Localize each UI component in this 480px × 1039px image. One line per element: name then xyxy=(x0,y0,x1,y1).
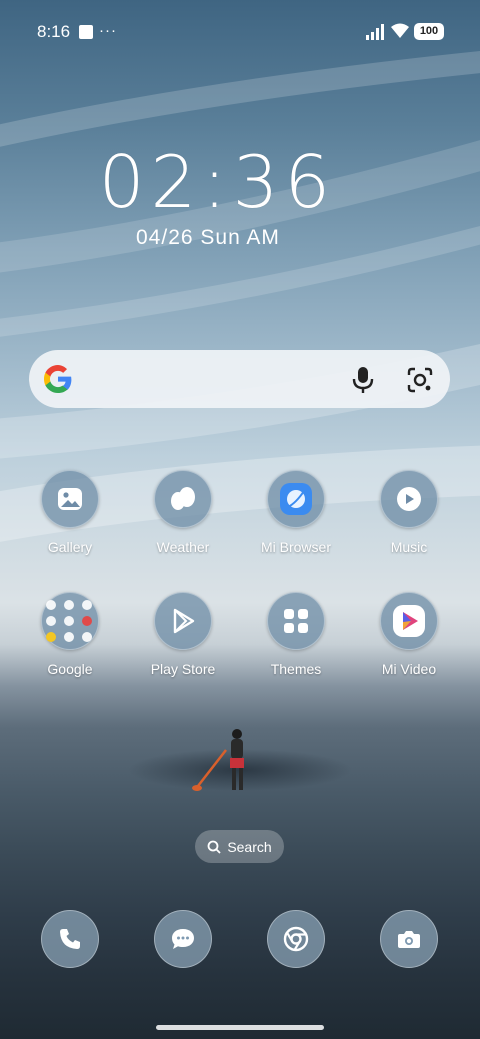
app-gallery[interactable]: Gallery xyxy=(15,470,125,555)
notification-icon xyxy=(79,25,93,39)
app-label: Gallery xyxy=(47,539,93,555)
search-icon xyxy=(207,840,221,854)
dock-chrome[interactable] xyxy=(267,910,325,968)
mic-icon[interactable] xyxy=(351,366,375,394)
dock-messages[interactable] xyxy=(154,910,212,968)
app-label: Mi Browser xyxy=(260,539,331,555)
messages-icon xyxy=(172,929,194,949)
search-label: Search xyxy=(227,838,272,855)
camera-icon xyxy=(398,931,420,948)
home-indicator[interactable] xyxy=(156,1025,324,1030)
play-store-icon xyxy=(154,592,212,650)
folder-icon xyxy=(41,592,99,650)
browser-icon xyxy=(267,470,325,528)
app-label: Weather xyxy=(156,539,210,555)
app-weather[interactable]: Weather xyxy=(128,470,238,555)
lockscreen-clock[interactable]: 02:36 xyxy=(0,140,435,224)
phone-icon xyxy=(60,929,80,949)
battery-indicator: 100 xyxy=(414,23,444,40)
status-bar: 8:16 ··· 100 xyxy=(0,0,480,64)
signal-icon xyxy=(366,24,384,40)
lockscreen-date[interactable]: 04/26 Sun AM xyxy=(136,226,280,250)
app-label: Mi Video xyxy=(381,661,437,677)
app-label: Google xyxy=(47,661,93,677)
app-mi-browser[interactable]: Mi Browser xyxy=(241,470,351,555)
themes-icon xyxy=(267,592,325,650)
chrome-icon xyxy=(283,926,309,952)
google-g-icon xyxy=(44,365,72,393)
wallpaper-paddler xyxy=(192,729,244,791)
more-notifications-icon: ··· xyxy=(99,22,117,39)
app-label: Themes xyxy=(270,661,322,677)
mi-video-icon xyxy=(380,592,438,650)
gallery-icon xyxy=(41,470,99,528)
app-themes[interactable]: Themes xyxy=(241,592,351,677)
google-search-bar[interactable] xyxy=(29,350,450,408)
weather-icon xyxy=(154,470,212,528)
app-music[interactable]: Music xyxy=(354,470,464,555)
music-icon xyxy=(380,470,438,528)
app-label: Music xyxy=(390,539,428,555)
app-label: Play Store xyxy=(150,661,216,677)
app-folder-google[interactable]: Google xyxy=(15,592,125,677)
app-search-button[interactable]: Search xyxy=(195,830,284,863)
google-lens-icon[interactable] xyxy=(407,367,433,393)
dock-camera[interactable] xyxy=(380,910,438,968)
dock-phone[interactable] xyxy=(41,910,99,968)
wifi-icon xyxy=(391,23,409,38)
status-time: 8:16 xyxy=(37,22,71,41)
app-mi-video[interactable]: Mi Video xyxy=(354,592,464,677)
app-play-store[interactable]: Play Store xyxy=(128,592,238,677)
